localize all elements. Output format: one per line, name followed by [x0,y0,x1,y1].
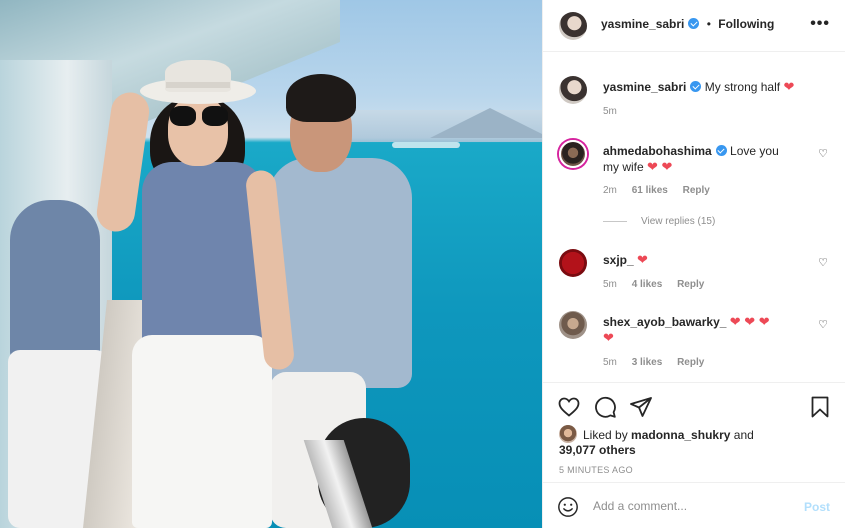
header-user-line: yasmine_sabri • Following [601,17,774,31]
post-button[interactable]: Post [804,500,830,514]
post-photo[interactable] [0,0,542,528]
reply-button[interactable]: Reply [677,279,704,290]
liked-by-and: and [733,428,754,442]
comment-body-1: Love you [730,144,779,158]
list-item: sxjp_ ❤ 5m 4 likes Reply ♡ [559,249,829,293]
distant-mountain [430,108,542,138]
separator-dot: • [706,17,711,31]
comment-icon[interactable] [593,395,617,419]
post-time[interactable]: 5 MINUTES AGO [559,465,633,475]
heart-emoji: ❤ ❤ ❤ [729,314,770,329]
like-comment-icon[interactable]: ♡ [817,319,829,331]
likes-count[interactable]: 39,077 others [559,443,636,457]
heart-emoji: ❤ [603,330,614,345]
sunglasses [170,106,228,126]
boat-wake [392,142,460,148]
liked-by-prefix: Liked by [583,428,628,442]
comment-time[interactable]: 5m [603,357,617,368]
comment-username[interactable]: ahmedabohashima [603,144,712,158]
comment-likes[interactable]: 3 likes [632,357,663,368]
heart-icon[interactable] [557,395,581,419]
comment-body-2: my wife [603,160,644,174]
avatar[interactable] [559,249,587,277]
comment-likes[interactable]: 4 likes [632,279,663,290]
comment-meta: 5m 4 likes Reply [603,279,716,290]
emoji-icon[interactable] [557,496,579,518]
avatar[interactable] [559,140,587,168]
avatar[interactable] [559,12,587,40]
post-side-panel: yasmine_sabri • Following ••• yasmine_sa… [542,0,845,528]
comment-text: ahmedabohashima Love you my wife ❤ ❤ [603,143,803,175]
heart-emoji: ❤ [783,79,795,94]
like-comment-icon[interactable]: ♡ [817,257,829,269]
man-hair [286,74,356,122]
reply-button[interactable]: Reply [683,185,710,196]
share-icon[interactable] [629,395,653,419]
view-replies-button[interactable]: View replies (15) [603,216,715,227]
comment-time[interactable]: 2m [603,185,617,196]
comment-input[interactable] [593,494,793,518]
more-horizontal-icon[interactable]: ••• [810,16,830,32]
heart-emoji: ❤ ❤ [647,159,673,174]
reply-button[interactable]: Reply [677,357,704,368]
verified-icon [688,18,700,29]
liked-by-user[interactable]: madonna_shukry [631,428,730,442]
caption: yasmine_sabri My strong half ❤ 5m [559,76,829,120]
comment-likes[interactable]: 61 likes [632,185,668,196]
liked-by: Liked by madonna_shukry and 39,077 other… [559,425,789,458]
comment-meta: 5m 3 likes Reply [603,357,716,368]
caption-time[interactable]: 5m [603,106,617,117]
caption-username[interactable]: yasmine_sabri [603,80,686,94]
heart-emoji: ❤ [637,252,648,267]
woman-pants [132,335,272,528]
add-comment-bar: Post [543,482,845,528]
author-username[interactable]: yasmine_sabri [601,17,684,31]
avatar[interactable] [559,425,577,443]
list-item: shex_ayob_bawarky_ ❤ ❤ ❤ ❤ 5m 3 likes Re… [559,311,829,371]
caption-meta: 5m [603,106,629,117]
comment-username[interactable]: sxjp_ [603,253,634,267]
post-header: yasmine_sabri • Following ••• [543,0,845,52]
bookmark-icon[interactable] [808,395,832,419]
like-comment-icon[interactable]: ♡ [817,148,829,160]
comment-text: shex_ayob_bawarky_ ❤ ❤ ❤ ❤ [603,314,803,346]
mirror-reflection-top [10,200,100,360]
list-item: ahmedabohashima Love you my wife ❤ ❤ 2m … [559,140,829,220]
comment-text: sxjp_ ❤ [603,252,803,268]
following-button[interactable]: Following [718,17,774,31]
caption-body: My strong half [704,80,781,94]
caption-text: yasmine_sabri My strong half ❤ [603,79,803,95]
avatar[interactable] [559,76,587,104]
verified-icon [715,145,727,156]
comment-meta: 2m 61 likes Reply [603,185,722,196]
comment-username[interactable]: shex_ayob_bawarky_ [603,315,726,329]
hat-band [166,82,230,88]
avatar[interactable] [559,311,587,339]
verified-icon [690,81,702,92]
comment-time[interactable]: 5m [603,279,617,290]
post-actions: Liked by madonna_shukry and 39,077 other… [543,382,845,482]
